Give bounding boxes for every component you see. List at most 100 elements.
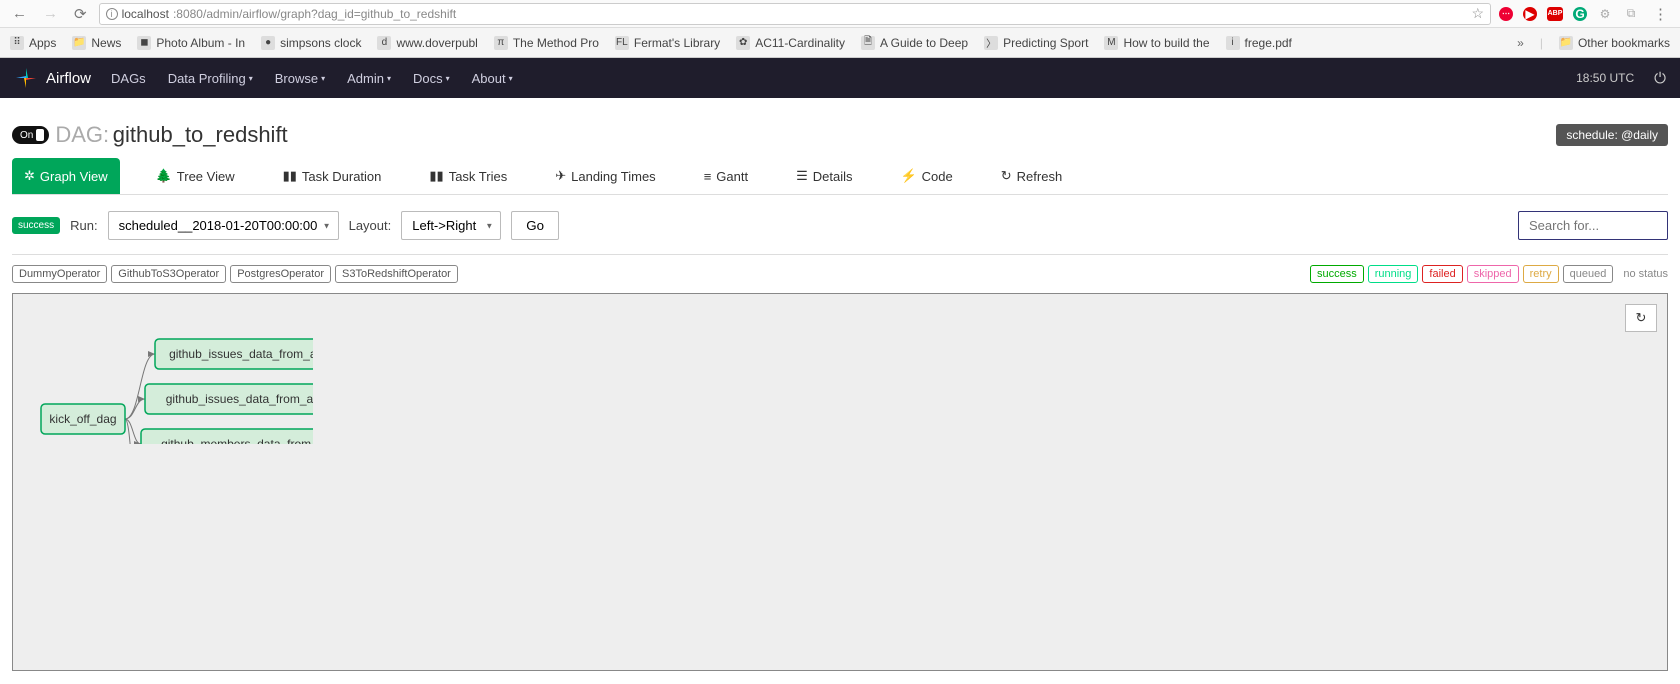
bookmark-item[interactable]: 〉Predicting Sport [984,36,1088,50]
layout-label: Layout: [349,218,392,233]
operator-badge[interactable]: GithubToS3Operator [111,265,226,283]
airflow-logo-icon [14,66,38,90]
bookmark-label: simpsons clock [280,36,361,50]
graph-canvas[interactable]: ↻ kick_off_dag github_issues_data_from_as… [12,293,1668,671]
nav-items: DAGs Data Profiling▾ Browse▾ Admin▾ Docs▾ Abo… [111,71,535,86]
tab-label: Task Duration [302,169,381,184]
caret-icon: ▾ [446,74,450,83]
url-bar[interactable]: i localhost:8080/admin/airflow/graph?dag… [99,3,1491,25]
run-select[interactable]: scheduled__2018-01-20T00:00:00 [108,211,339,240]
status-legend: successrunningfailed skippedretryqueued [1310,265,1613,283]
task-node-github_members_data_from_astronomerio_to_s3[interactable]: github_members_data_from_astronomerio_to… [141,429,313,444]
caret-icon: ▾ [387,74,391,83]
bookmark-label: A Guide to Deep [880,36,968,50]
schedule-badge[interactable]: schedule: @daily [1556,124,1668,146]
tab-icon: ✈ [555,168,566,184]
bookmark-favicon: 🗎 [861,36,875,50]
url-host: localhost [122,7,169,21]
nav-item-dags[interactable]: DAGs [111,71,146,86]
tab-label: Details [813,169,853,184]
ext-youtube-icon[interactable]: ▶ [1523,7,1537,21]
status-badge-failed[interactable]: failed [1422,265,1462,283]
status-badge-retry[interactable]: retry [1523,265,1559,283]
tab-refresh[interactable]: ↻Refresh [989,158,1074,194]
nav-item-about[interactable]: About▾ [472,71,513,86]
status-badge-running[interactable]: running [1368,265,1419,283]
task-node-kick_off_dag[interactable]: kick_off_dag [41,404,125,434]
graph-refresh-button[interactable]: ↻ [1625,304,1657,332]
bookmark-favicon: FL [615,36,629,50]
bookmark-item[interactable]: ifrege.pdf [1226,36,1292,50]
task-node-github_issues_data_from_astronomerio_to_s3[interactable]: github_issues_data_from_astronomerio_to_… [155,339,313,369]
brand[interactable]: Airflow [46,70,91,87]
bookmarks-overflow[interactable]: » [1517,36,1524,50]
operator-badge[interactable]: PostgresOperator [230,265,331,283]
bookmark-label: How to build the [1123,36,1209,50]
layout-select[interactable]: Left->Right [401,211,501,240]
tab-graph-view[interactable]: ✲Graph View [12,158,120,194]
task-node-github_issues_data_from_airflow-plugins_to_s3[interactable]: github_issues_data_from_airflow-plugins_… [145,384,313,414]
bookmark-item[interactable]: ✿AC11-Cardinality [736,36,845,50]
bookmark-item[interactable]: FLFermat's Library [615,36,720,50]
other-bookmarks[interactable]: 📁Other bookmarks [1559,36,1670,50]
tab-landing-times[interactable]: ✈Landing Times [543,158,667,194]
bookmarks-bar: ⠿Apps 📁 News ◼Photo Album - In ● simpsons clo… [0,28,1680,58]
bookmark-favicon: 📁 [72,36,86,50]
ext-abp-icon[interactable]: ABP [1547,7,1563,21]
bookmark-item[interactable]: 📁 News [72,36,121,50]
dag-label: DAG: [55,122,109,148]
operator-badge[interactable]: S3ToRedshiftOperator [335,265,458,283]
bookmark-favicon: ● [261,36,275,50]
bookmark-item[interactable]: dwww.doverpubl [377,36,477,50]
back-button[interactable]: ← [8,5,31,22]
status-badge-success[interactable]: success [1310,265,1364,283]
dag-toggle[interactable]: On [12,126,49,144]
ext-grammarly-icon[interactable]: G [1573,7,1587,21]
utc-time: 18:50 UTC [1576,71,1634,85]
tab-gantt[interactable]: ≡Gantt [692,159,760,194]
reload-button[interactable]: ⟳ [70,5,91,23]
star-icon[interactable]: ☆ [1471,5,1484,22]
tab-label: Tree View [177,169,235,184]
ext-lastpass-icon[interactable]: ⋯ [1499,7,1513,21]
nav-item-browse[interactable]: Browse▾ [275,71,325,86]
tab-icon: ↻ [1001,168,1012,184]
status-badge-queued[interactable]: queued [1563,265,1614,283]
svg-text:github_issues_data_from_airflo: github_issues_data_from_airflow-plugins_… [166,392,313,406]
bookmark-label: frege.pdf [1245,36,1292,50]
tab-tree-view[interactable]: 🌲Tree View [144,158,247,194]
status-badge-skipped[interactable]: skipped [1467,265,1519,283]
nav-item-data-profiling[interactable]: Data Profiling▾ [168,71,253,86]
bookmark-item[interactable]: π The Method Pro [494,36,599,50]
bookmark-item[interactable]: MHow to build the [1104,36,1209,50]
tab-icon: ☰ [796,168,808,184]
ext-misc-icon[interactable]: ⧉ [1623,6,1639,22]
bookmark-label: The Method Pro [513,36,599,50]
tab-task-tries[interactable]: ▮▮Task Tries [417,158,519,194]
edge [125,419,137,444]
edge [125,399,145,419]
ext-gear-icon[interactable]: ⚙ [1597,6,1613,22]
caret-icon: ▾ [249,74,253,83]
tab-details[interactable]: ☰ Details [784,158,864,194]
tab-task-duration[interactable]: ▮▮Task Duration [271,158,394,194]
bookmark-item[interactable]: ● simpsons clock [261,36,361,50]
bookmark-item[interactable]: 🗎 A Guide to Deep [861,36,968,50]
menu-icon[interactable]: ⋮ [1649,5,1672,23]
tab-code[interactable]: ⚡Code [888,158,964,194]
bookmark-label: Photo Album - In [156,36,245,50]
operator-badge[interactable]: DummyOperator [12,265,107,283]
search-input[interactable] [1518,211,1668,240]
bookmark-label: News [91,36,121,50]
tab-label: Code [922,169,953,184]
nav-item-admin[interactable]: Admin▾ [347,71,391,86]
bookmark-item[interactable]: ⠿Apps [10,36,56,50]
nav-item-docs[interactable]: Docs▾ [413,71,450,86]
bookmark-favicon: ✿ [736,36,750,50]
forward-button[interactable]: → [39,5,62,22]
bookmark-item[interactable]: ◼Photo Album - In [137,36,245,50]
power-icon[interactable]: ⏻ [1654,70,1666,87]
tab-icon: ✲ [24,168,35,184]
bookmark-favicon: π [494,36,508,50]
go-button[interactable]: Go [511,211,559,240]
